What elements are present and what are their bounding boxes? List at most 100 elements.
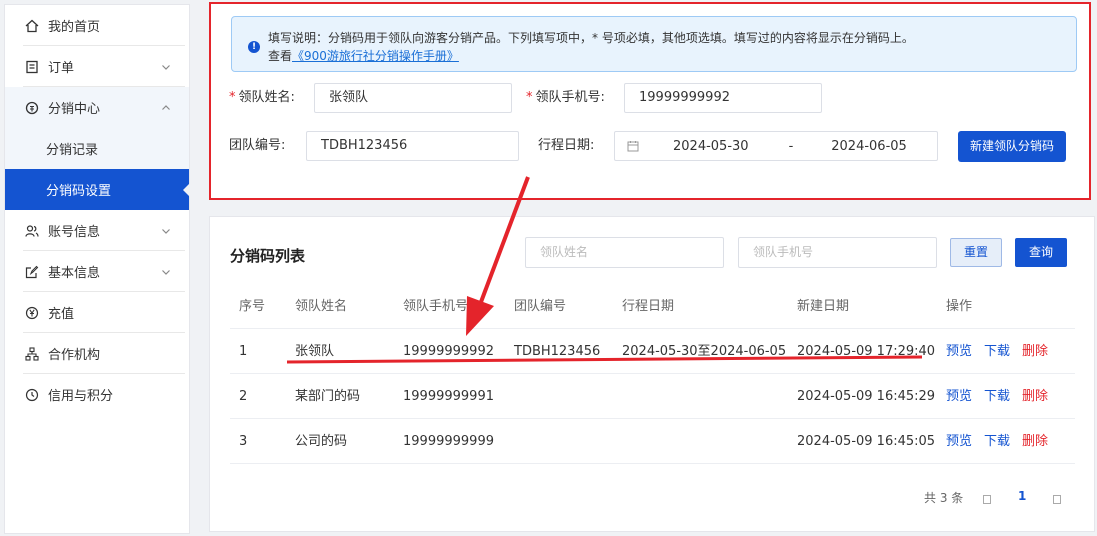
group-no-label: 团队编号: — [229, 138, 286, 153]
sidebar-item-label: 账号信息 — [48, 225, 101, 240]
home-icon — [25, 19, 39, 32]
chevron-down-icon — [162, 64, 170, 70]
leader-phone-label: * 领队手机号: — [526, 90, 605, 105]
sidebar-item-label: 合作机构 — [48, 348, 101, 363]
column-header: 团队编号 — [514, 299, 567, 314]
cell-name: 张领队 — [295, 344, 335, 359]
trip-date-range-picker[interactable]: 2024-05-30 - 2024-06-05 — [614, 131, 938, 161]
table-header: 序号 领队姓名 领队手机号 团队编号 行程日期 新建日期 操作 — [230, 285, 1075, 329]
create-code-button[interactable]: 新建领队分销码 — [958, 131, 1066, 162]
sidebar-item-label: 分销码设置 — [46, 184, 112, 199]
sidebar-subitem-distribution-code-settings[interactable]: 分销码设置 — [5, 169, 189, 210]
preview-link[interactable]: 预览 — [946, 389, 972, 404]
column-header: 序号 — [239, 299, 266, 314]
yen-icon — [25, 306, 39, 319]
column-header: 新建日期 — [797, 299, 850, 314]
sidebar-item-label: 分销中心 — [48, 102, 101, 117]
prev-page-icon[interactable] — [983, 493, 991, 507]
pagination-total: 共 3 条 — [924, 491, 964, 505]
manual-link[interactable]: 《900游旅行社分销操作手册》 — [292, 49, 459, 63]
clock-icon — [25, 388, 39, 401]
cell-trip: 2024-05-30至2024-06-05 — [622, 344, 787, 359]
date-end[interactable]: 2024-06-05 — [831, 139, 907, 154]
cell-name: 某部门的码 — [295, 389, 361, 404]
create-code-form-panel: ! 填写说明：分销码用于领队向游客分销产品。下列填写项中，* 号项必填，其他项选… — [209, 2, 1091, 200]
sidebar-item-recharge[interactable]: 充值 — [5, 292, 189, 333]
table-row: 3 公司的码 19999999999 2024-05-09 16:45:05 预… — [230, 419, 1075, 464]
users-icon — [25, 224, 39, 237]
column-header: 操作 — [946, 299, 973, 314]
cell-phone: 19999999999 — [403, 434, 494, 449]
leader-name-label: * 领队姓名: — [229, 90, 295, 105]
preview-link[interactable]: 预览 — [946, 344, 972, 359]
sidebar-item-home[interactable]: 我的首页 — [5, 5, 189, 46]
coin-icon — [25, 101, 39, 114]
date-separator: - — [788, 138, 794, 154]
chevron-down-icon — [162, 269, 170, 275]
search-leader-name-input[interactable]: 领队姓名 — [525, 237, 724, 268]
pagination-current-page[interactable]: 1 — [1018, 489, 1026, 503]
sidebar-item-account-info[interactable]: 账号信息 — [5, 210, 189, 251]
cell-actions: 预览 下载 删除 — [946, 329, 1048, 374]
sidebar-item-credit-points[interactable]: 信用与积分 — [5, 374, 189, 415]
delete-link[interactable]: 删除 — [1022, 344, 1048, 359]
chevron-up-icon — [162, 104, 170, 110]
column-header: 行程日期 — [622, 299, 675, 314]
sidebar: 我的首页 订单 分销中心 分销记录 分销码设置 账号信息 基本信息 充值 合作机… — [4, 4, 190, 534]
cell-created: 2024-05-09 16:45:05 — [797, 434, 936, 449]
sidebar-item-label: 分销记录 — [46, 143, 99, 158]
table-row: 2 某部门的码 19999999991 2024-05-09 16:45:29 … — [230, 374, 1075, 419]
download-link[interactable]: 下载 — [984, 344, 1010, 359]
cell-phone: 19999999991 — [403, 389, 494, 404]
group-no-input[interactable]: TDBH123456 — [306, 131, 519, 161]
search-leader-phone-input[interactable]: 领队手机号 — [738, 237, 937, 268]
leader-name-input[interactable]: 张领队 — [314, 83, 512, 113]
cell-actions: 预览 下载 删除 — [946, 374, 1048, 419]
preview-link[interactable]: 预览 — [946, 434, 972, 449]
sidebar-item-basic-info[interactable]: 基本信息 — [5, 251, 189, 292]
sidebar-subitem-distribution-records[interactable]: 分销记录 — [5, 128, 189, 169]
instruction-notice: ! 填写说明：分销码用于领队向游客分销产品。下列填写项中，* 号项必填，其他项选… — [231, 16, 1077, 72]
cell-no: 3 — [239, 434, 248, 449]
reset-button[interactable]: 重置 — [950, 238, 1002, 267]
code-table: 序号 领队姓名 领队手机号 团队编号 行程日期 新建日期 操作 1 张领队 19… — [230, 285, 1075, 464]
query-button[interactable]: 查询 — [1015, 238, 1067, 267]
cell-phone: 19999999992 — [403, 344, 494, 359]
sidebar-item-label: 基本信息 — [48, 266, 101, 281]
sidebar-item-distribution-center[interactable]: 分销中心 — [5, 87, 189, 128]
leader-phone-input[interactable]: 19999999992 — [624, 83, 822, 113]
delete-link[interactable]: 删除 — [1022, 434, 1048, 449]
cell-no: 2 — [239, 389, 248, 404]
sidebar-item-label: 我的首页 — [48, 20, 101, 35]
calendar-icon — [627, 141, 639, 152]
edit-icon — [25, 265, 39, 278]
list-title: 分销码列表 — [230, 247, 306, 265]
date-start[interactable]: 2024-05-30 — [673, 139, 749, 154]
sidebar-item-orders[interactable]: 订单 — [5, 46, 189, 87]
cell-group: TDBH123456 — [514, 344, 601, 359]
column-header: 领队姓名 — [295, 299, 348, 314]
download-link[interactable]: 下载 — [984, 389, 1010, 404]
cell-name: 公司的码 — [295, 434, 348, 449]
notice-text: 填写说明：分销码用于领队向游客分销产品。下列填写项中，* 号项必填，其他项选填。… — [268, 31, 914, 45]
next-page-icon[interactable] — [1053, 493, 1061, 507]
cell-no: 1 — [239, 344, 248, 359]
chevron-down-icon — [162, 228, 170, 234]
organization-icon — [25, 346, 39, 361]
code-list-panel: 分销码列表 领队姓名 领队手机号 重置 查询 序号 领队姓名 领队手机号 团队编… — [209, 216, 1095, 532]
delete-link[interactable]: 删除 — [1022, 389, 1048, 404]
cell-created: 2024-05-09 17:29:40 — [797, 344, 936, 359]
info-icon: ! — [248, 41, 260, 53]
sidebar-item-partner-organizations[interactable]: 合作机构 — [5, 333, 189, 374]
document-icon — [26, 60, 38, 73]
notice-see-text: 查看 — [268, 49, 293, 63]
download-link[interactable]: 下载 — [984, 434, 1010, 449]
column-header: 领队手机号 — [403, 299, 469, 314]
sidebar-item-label: 信用与积分 — [48, 389, 114, 404]
cell-created: 2024-05-09 16:45:29 — [797, 389, 936, 404]
sidebar-item-label: 订单 — [48, 61, 75, 76]
table-row: 1 张领队 19999999992 TDBH123456 2024-05-30至… — [230, 329, 1075, 374]
cell-actions: 预览 下载 删除 — [946, 419, 1048, 464]
sidebar-item-label: 充值 — [48, 307, 75, 322]
trip-date-label: 行程日期: — [538, 138, 595, 153]
